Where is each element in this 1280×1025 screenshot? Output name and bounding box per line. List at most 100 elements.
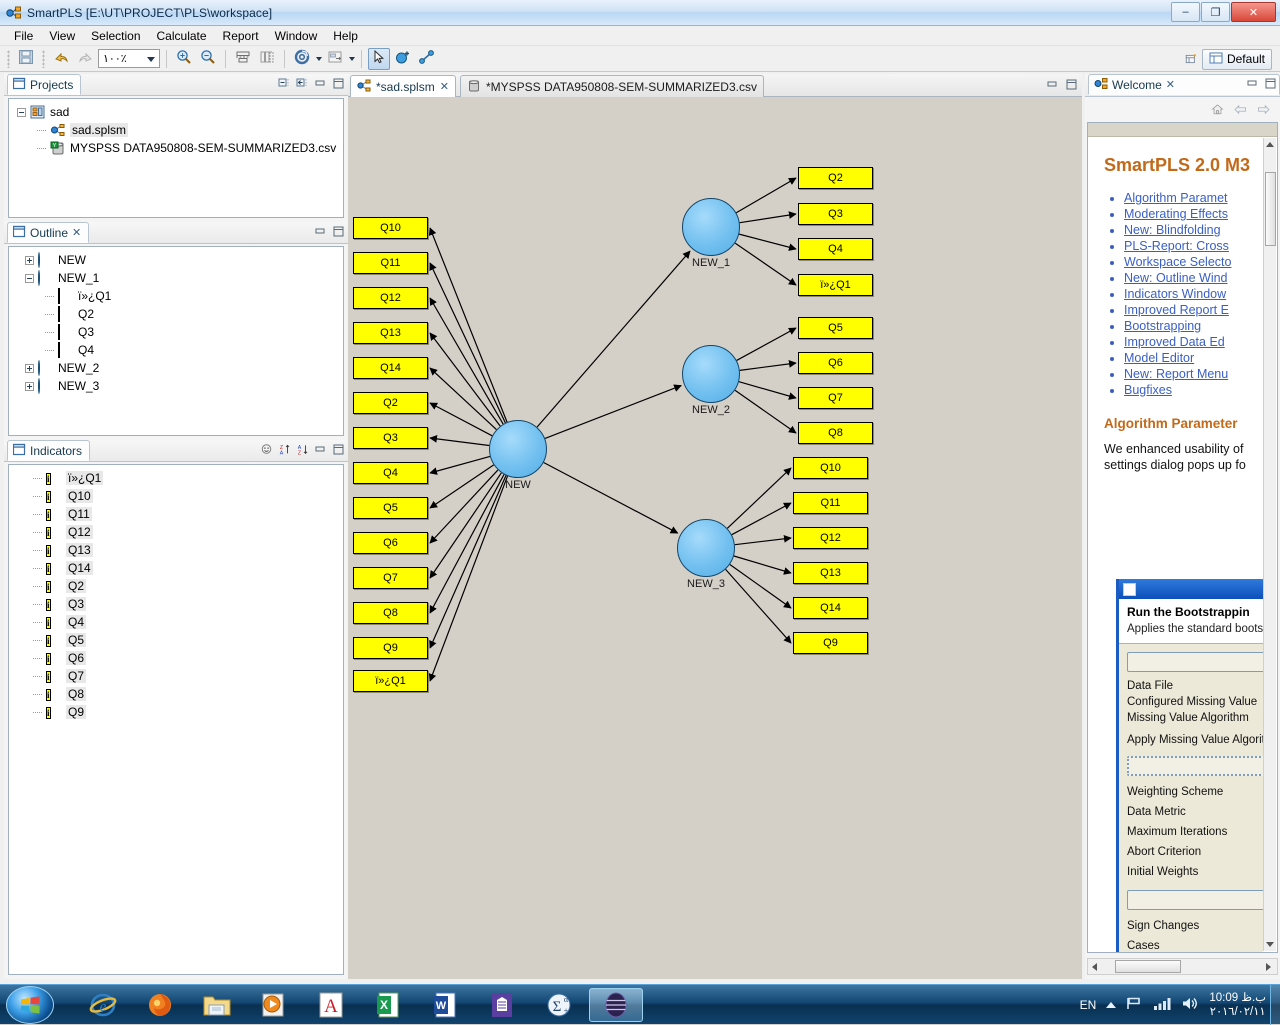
menu-calculate[interactable]: Calculate (149, 27, 215, 45)
redo-button[interactable] (74, 48, 96, 70)
indicator-box[interactable]: Q7 (798, 387, 873, 409)
projects-minimize-icon[interactable] (314, 77, 327, 90)
indicator-box[interactable]: Q2 (353, 392, 428, 414)
indicator-box[interactable]: Q8 (353, 602, 428, 624)
indicator-box[interactable]: Q3 (353, 427, 428, 449)
indicator-list-item[interactable]: i Q13 (11, 541, 341, 559)
taskbar-firefox-icon[interactable] (133, 988, 187, 1022)
outline-item-new-3[interactable]: NEW_3 (11, 377, 341, 395)
outline-item-new-1[interactable]: NEW_1 (11, 269, 341, 287)
indicator-box[interactable]: Q14 (793, 597, 868, 619)
scroll-thumb[interactable] (1265, 172, 1276, 246)
indicator-box[interactable]: Q5 (353, 497, 428, 519)
menu-help[interactable]: Help (325, 27, 366, 45)
indicator-box[interactable]: Q6 (798, 352, 873, 374)
indicator-list-item[interactable]: i ï»¿Q1 (11, 469, 341, 487)
expander-plus-icon[interactable] (25, 363, 34, 373)
taskbar-excel-icon[interactable]: X (361, 988, 415, 1022)
welcome-link[interactable]: Improved Report E (1124, 302, 1263, 318)
projects-maximize-icon[interactable] (332, 77, 345, 90)
start-orb-icon[interactable] (6, 986, 54, 1024)
indicator-list-item[interactable]: i Q14 (11, 559, 341, 577)
indicator-box[interactable]: Q11 (353, 252, 428, 274)
tree-node-csv[interactable]: Y MYSPSS DATA950808-SEM-SUMMARIZED3.csv (11, 139, 341, 157)
welcome-link[interactable]: Indicators Window (1124, 286, 1263, 302)
outline-item-new-2[interactable]: NEW_2 (11, 359, 341, 377)
outline-item-q4[interactable]: Q4 (11, 341, 341, 359)
outline-minimize-icon[interactable] (314, 225, 327, 238)
indicator-box[interactable]: Q13 (793, 562, 868, 584)
expander-plus-icon[interactable] (25, 381, 34, 391)
tab-projects[interactable]: Projects (7, 74, 82, 95)
calculate-button[interactable] (291, 48, 313, 70)
show-desktop-button[interactable] (1270, 985, 1280, 1025)
back-icon[interactable] (1234, 103, 1247, 116)
menu-report[interactable]: Report (215, 27, 267, 45)
welcome-link[interactable]: Moderating Effects (1124, 206, 1263, 222)
latent-variable-node[interactable] (489, 420, 547, 478)
outline-item-q1[interactable]: ï»¿Q1 (11, 287, 341, 305)
scroll-right-icon[interactable] (1266, 962, 1271, 971)
taskbar-word-icon[interactable]: W (418, 988, 472, 1022)
indicator-list-item[interactable]: i Q10 (11, 487, 341, 505)
close-icon[interactable]: ✕ (440, 80, 449, 93)
welcome-maximize-icon[interactable] (1264, 77, 1277, 90)
menu-file[interactable]: File (6, 27, 41, 45)
network-icon[interactable] (1126, 996, 1143, 1014)
outline-item-q3[interactable]: Q3 (11, 323, 341, 341)
scroll-left-icon[interactable] (1092, 962, 1097, 971)
sort-az-icon[interactable]: A Z (296, 443, 309, 456)
indicator-list-item[interactable]: i Q4 (11, 613, 341, 631)
tab-indicators[interactable]: Indicators (7, 440, 91, 461)
indicator-list-item[interactable]: i Q5 (11, 631, 341, 649)
menu-window[interactable]: Window (267, 27, 326, 45)
welcome-link[interactable]: Model Editor (1124, 350, 1263, 366)
volume-icon[interactable] (1181, 996, 1199, 1014)
welcome-link[interactable]: New: Report Menu (1124, 366, 1263, 382)
welcome-link[interactable]: New: Blindfolding (1124, 222, 1263, 238)
outline-maximize-icon[interactable] (332, 225, 345, 238)
indicator-box[interactable]: Q7 (353, 567, 428, 589)
menu-selection[interactable]: Selection (83, 27, 148, 45)
taskbar-smartpls-icon[interactable] (589, 988, 643, 1022)
indicator-box[interactable]: Q3 (798, 203, 873, 225)
tab-csv[interactable]: *MYSPSS DATA950808-SEM-SUMMARIZED3.csv (460, 75, 764, 97)
close-icon[interactable]: ✕ (1166, 78, 1175, 91)
expander-plus-icon[interactable] (25, 255, 34, 265)
distribute-button[interactable] (256, 48, 278, 70)
close-button[interactable]: ✕ (1231, 2, 1276, 22)
show-hidden-icon[interactable] (1106, 1002, 1117, 1008)
expander-minus-icon[interactable] (25, 273, 34, 283)
scroll-up-icon[interactable] (1266, 142, 1274, 147)
indicator-box[interactable]: Q10 (793, 457, 868, 479)
indicator-box[interactable]: Q5 (798, 317, 873, 339)
link-editor-icon[interactable] (296, 77, 309, 90)
latent-variable-node[interactable] (682, 198, 740, 256)
welcome-link[interactable]: Algorithm Paramet (1124, 190, 1263, 206)
scroll-down-icon[interactable] (1266, 942, 1274, 947)
indicator-list-item[interactable]: i Q11 (11, 505, 341, 523)
indicators-minimize-icon[interactable] (314, 443, 327, 456)
filter-icon[interactable] (260, 443, 273, 456)
indicator-box[interactable]: Q14 (353, 357, 428, 379)
indicators-maximize-icon[interactable] (332, 443, 345, 456)
taskbar-adobe-reader-icon[interactable]: A (304, 988, 358, 1022)
welcome-link[interactable]: Improved Data Ed (1124, 334, 1263, 350)
welcome-link[interactable]: Workspace Selecto (1124, 254, 1263, 270)
add-latent-variable-button[interactable] (392, 48, 414, 70)
taskbar-sigma-plus-icon[interactable]: Σ α + (532, 988, 586, 1022)
save-button[interactable] (15, 48, 37, 70)
close-icon[interactable]: ✕ (72, 226, 81, 239)
indicator-box[interactable]: ï»¿Q1 (353, 670, 428, 692)
indicator-box[interactable]: Q9 (793, 632, 868, 654)
indicator-list-item[interactable]: i Q7 (11, 667, 341, 685)
outline-item-q2[interactable]: Q2 (11, 305, 341, 323)
collapse-all-icon[interactable] (278, 77, 291, 90)
welcome-horizontal-scrollbar[interactable] (1087, 958, 1278, 975)
tray-language[interactable]: EN (1080, 998, 1097, 1012)
editor-minimize-icon[interactable] (1046, 78, 1059, 91)
welcome-link[interactable]: New: Outline Wind (1124, 270, 1263, 286)
latent-variable-node[interactable] (682, 345, 740, 403)
calculate-dropdown-arrow-icon[interactable] (316, 56, 322, 61)
outline-item-new[interactable]: NEW (11, 251, 341, 269)
